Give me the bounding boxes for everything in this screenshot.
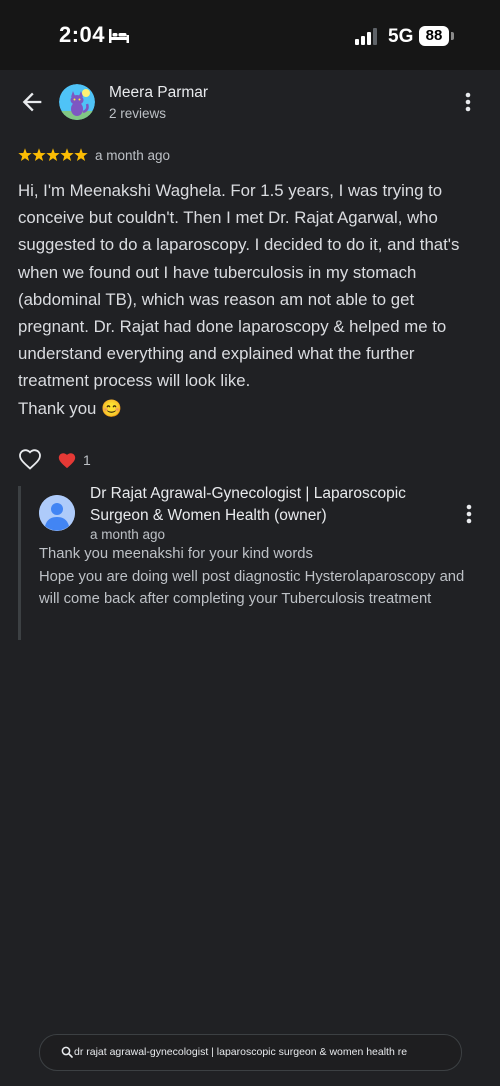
more-vert-icon[interactable]	[460, 502, 478, 526]
search-query[interactable]: dr rajat agrawal-gynecologist | laparosc…	[74, 1046, 407, 1058]
back-arrow-icon[interactable]	[18, 88, 46, 116]
review-text: Hi, I'm Meenakshi Waghela. For 1.5 years…	[18, 181, 460, 418]
star-icon	[32, 148, 46, 161]
owner-reply-time: a month ago	[90, 527, 166, 542]
battery-level: 88	[425, 27, 443, 44]
review-time: a month ago	[95, 148, 171, 163]
more-vert-icon[interactable]	[459, 90, 477, 114]
reviewer-header: Meera Parmar 2 reviews	[0, 70, 500, 140]
owner-reply: Dr Rajat Agrawal-Gynecologist | Laparosc…	[18, 483, 491, 640]
search-bar[interactable]: dr rajat agrawal-gynecologist | laparosc…	[39, 1034, 462, 1071]
reviewer-review-count[interactable]: 2 reviews	[109, 106, 166, 121]
default-avatar-icon[interactable]	[39, 495, 75, 531]
heart-reaction[interactable]: 1	[57, 450, 97, 470]
search-icon	[61, 1046, 73, 1058]
network-label: 5G	[388, 26, 414, 47]
star-icon	[60, 148, 74, 161]
status-time: 2:04	[59, 22, 106, 47]
reaction-count: 1	[83, 452, 91, 468]
sleep-focus-icon	[109, 29, 129, 43]
star-icon	[74, 148, 88, 161]
reviewer-name[interactable]: Meera Parmar	[109, 84, 208, 102]
avatar-cat-illustration	[59, 84, 95, 120]
heart-reaction-icon	[58, 453, 76, 469]
status-bar: 2:04 5G 88	[0, 0, 500, 70]
star-icon	[46, 148, 60, 161]
star-icon	[18, 148, 32, 161]
signal-icon	[355, 28, 377, 45]
battery-tip	[451, 32, 454, 40]
battery-icon: 88	[419, 26, 449, 46]
owner-reply-text: Thank you meenakshi for your kind words …	[39, 546, 465, 607]
heart-outline-icon[interactable]	[18, 448, 42, 470]
owner-name[interactable]: Dr Rajat Agrawal-Gynecologist | Laparosc…	[90, 483, 450, 527]
star-rating	[18, 148, 88, 161]
reviewer-avatar[interactable]	[59, 84, 95, 120]
